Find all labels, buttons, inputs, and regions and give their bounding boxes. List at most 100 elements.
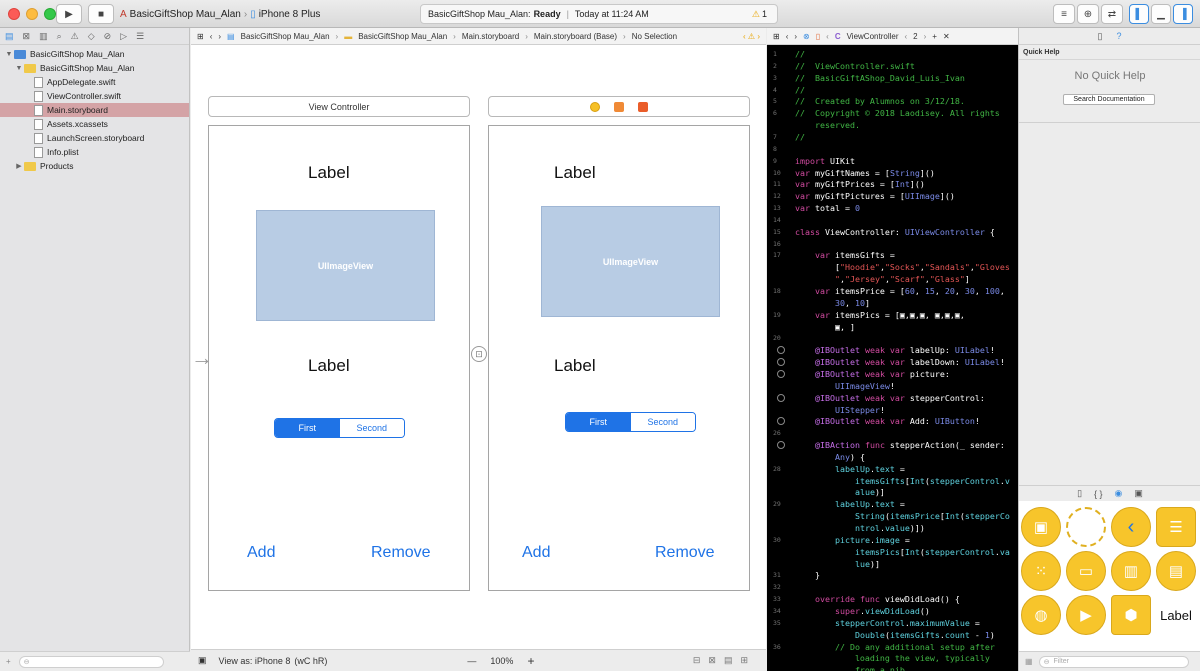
- code-line[interactable]: itemsPics[Int(stepperControl.va: [767, 546, 1018, 558]
- close-editor-icon[interactable]: ✕: [943, 32, 950, 41]
- outlet-connection-icon[interactable]: [777, 441, 785, 450]
- label-top[interactable]: Label: [308, 163, 350, 183]
- grid-view-icon[interactable]: ▦: [1025, 657, 1033, 666]
- code-line[interactable]: 3 // BasicGiftAShop_David_Luis_Ivan: [767, 72, 1018, 84]
- minimize-window-button[interactable]: [26, 8, 38, 20]
- code-line[interactable]: 29 labelUp.text =: [767, 498, 1018, 510]
- zoom-window-button[interactable]: [44, 8, 56, 20]
- breadcrumb-item[interactable]: BasicGiftShop Mau_Alan: [241, 32, 330, 41]
- folder-icon[interactable]: ▤: [5, 31, 14, 42]
- library-label-item[interactable]: Label: [1156, 608, 1196, 623]
- tree-item[interactable]: Main.storyboard: [0, 103, 189, 117]
- code-line[interactable]: 15 class ViewController: UIViewController…: [767, 226, 1018, 238]
- navigation-controller-icon[interactable]: ‹: [1111, 507, 1151, 547]
- add-icon[interactable]: +: [6, 657, 11, 666]
- version-editor-button[interactable]: ⇄: [1101, 4, 1123, 24]
- segment-first[interactable]: First: [566, 413, 631, 431]
- search-icon[interactable]: ⌕: [57, 31, 62, 42]
- code-line[interactable]: 28 labelUp.text =: [767, 463, 1018, 475]
- segmented-control[interactable]: First Second: [274, 418, 405, 438]
- disclosure-open-icon[interactable]: ▼: [4, 51, 14, 58]
- code-line[interactable]: itemsGifts[Int(stepperControl.v: [767, 475, 1018, 487]
- view-controller-icon[interactable]: [590, 101, 600, 112]
- code-line[interactable]: String(itemsPrice[Int(stepperCo: [767, 510, 1018, 522]
- code-line[interactable]: 16: [767, 238, 1018, 250]
- toggle-navigator-button[interactable]: ▌: [1129, 4, 1149, 24]
- breadcrumb-item[interactable]: No Selection: [632, 32, 677, 41]
- split-view-controller-icon[interactable]: ▥: [1111, 551, 1151, 591]
- debug-icon[interactable]: ⊘: [104, 31, 112, 42]
- code-line[interactable]: 30, 10]: [767, 297, 1018, 309]
- av-player-view-controller-icon[interactable]: ▶: [1066, 595, 1106, 635]
- warning-icon[interactable]: ‹ ⚠ ›: [743, 32, 760, 41]
- code-snippet-icon[interactable]: { }: [1094, 489, 1103, 499]
- source-control-icon[interactable]: ⊠: [23, 31, 31, 42]
- document-outline-icon[interactable]: ▣: [198, 655, 207, 666]
- code-line[interactable]: 13 var total = 0: [767, 202, 1018, 214]
- code-line[interactable]: 4 //: [767, 84, 1018, 96]
- code-line[interactable]: 1 //: [767, 48, 1018, 60]
- segment-second[interactable]: Second: [630, 413, 695, 431]
- tree-item[interactable]: AppDelegate.swift: [0, 75, 189, 89]
- assistant-editor-button[interactable]: ⊕: [1077, 4, 1099, 24]
- code-line[interactable]: 8: [767, 143, 1018, 155]
- code-line[interactable]: 19 var itemsPics = [▣,▣,▣, ▣,▣,▣,: [767, 309, 1018, 321]
- tree-item[interactable]: ViewController.swift: [0, 89, 189, 103]
- breadcrumb-item[interactable]: Main.storyboard (Base): [534, 32, 617, 41]
- symbol-icon[interactable]: ▥: [39, 31, 48, 42]
- code-line[interactable]: @IBOutlet weak var labelUp: UILabel!: [767, 344, 1018, 356]
- code-line[interactable]: ▣, ]: [767, 321, 1018, 333]
- object-library-icon[interactable]: ◉: [1115, 488, 1123, 499]
- search-documentation-button[interactable]: Search Documentation: [1063, 94, 1155, 105]
- add-button[interactable]: Add: [247, 544, 275, 562]
- glkit-view-controller-icon[interactable]: ◍: [1021, 595, 1061, 635]
- code-line[interactable]: @IBOutlet weak var Add: UIButton!: [767, 415, 1018, 427]
- code-line[interactable]: 17 var itemsGifts =: [767, 249, 1018, 261]
- page-view-controller-icon[interactable]: ▤: [1156, 551, 1196, 591]
- code-line[interactable]: 30 picture.image =: [767, 534, 1018, 546]
- table-view-controller-icon[interactable]: ☰: [1156, 507, 1196, 547]
- file-template-icon[interactable]: ▯: [1077, 488, 1082, 499]
- tree-item[interactable]: ▼ BasicGiftShop Mau_Alan: [0, 61, 189, 75]
- related-items-icon[interactable]: ⊞: [197, 32, 204, 41]
- code-line[interactable]: 11 var myGiftPrices = [Int](): [767, 178, 1018, 190]
- test-icon[interactable]: ◇: [88, 31, 95, 42]
- forward-arrow-icon[interactable]: ›: [794, 32, 797, 41]
- navigator-filter-input[interactable]: ⊖: [18, 655, 164, 668]
- segment-second[interactable]: Second: [339, 419, 404, 437]
- editor-file-name[interactable]: ViewController: [847, 32, 899, 41]
- report-icon[interactable]: ☰: [136, 31, 144, 42]
- code-line[interactable]: 9 import UIKit: [767, 155, 1018, 167]
- tree-item[interactable]: ▶ Products: [0, 159, 189, 173]
- code-line[interactable]: from a nib.: [767, 664, 1018, 671]
- code-line[interactable]: 33 override func viewDidLoad() {: [767, 593, 1018, 605]
- segment-first[interactable]: First: [275, 419, 340, 437]
- first-responder-icon[interactable]: [614, 101, 624, 112]
- storyboard-canvas[interactable]: → View Controller Label UIImageView Labe…: [191, 45, 766, 649]
- tree-item[interactable]: Assets.xcassets: [0, 117, 189, 131]
- disclosure-closed-icon[interactable]: ▶: [14, 162, 24, 170]
- run-button[interactable]: ▶: [56, 4, 82, 24]
- code-line[interactable]: alue)]: [767, 486, 1018, 498]
- code-line[interactable]: Double(itemsGifts.count - 1): [767, 629, 1018, 641]
- code-line[interactable]: lue)]: [767, 558, 1018, 570]
- code-line[interactable]: Any) {: [767, 451, 1018, 463]
- scene-right[interactable]: Label UIImageView Label First Second Add…: [488, 125, 750, 591]
- media-library-icon[interactable]: ▣: [1134, 488, 1143, 499]
- code-line[interactable]: loading the view, typically: [767, 652, 1018, 664]
- zoom-out-button[interactable]: —: [467, 656, 476, 666]
- quick-help-icon[interactable]: ?: [1116, 31, 1121, 41]
- code-line[interactable]: ["Hoodie","Socks","Sandals","Gloves: [767, 261, 1018, 273]
- add-button[interactable]: Add: [522, 544, 550, 562]
- code-line[interactable]: @IBOutlet weak var stepperControl:: [767, 392, 1018, 404]
- layout-icons[interactable]: ⊟⊠▤⊞: [693, 655, 756, 666]
- outlet-connection-icon[interactable]: [777, 346, 785, 355]
- remove-button[interactable]: Remove: [371, 544, 431, 562]
- code-line[interactable]: 35 stepperControl.maximumValue =: [767, 617, 1018, 629]
- code-line[interactable]: UIStepper!: [767, 404, 1018, 416]
- image-view[interactable]: UIImageView: [541, 206, 720, 317]
- storyboard-reference-icon[interactable]: [1066, 507, 1106, 547]
- disclosure-open-icon[interactable]: ▼: [14, 65, 24, 72]
- tree-item[interactable]: Info.plist: [0, 145, 189, 159]
- scene-dock-left[interactable]: View Controller: [208, 96, 470, 117]
